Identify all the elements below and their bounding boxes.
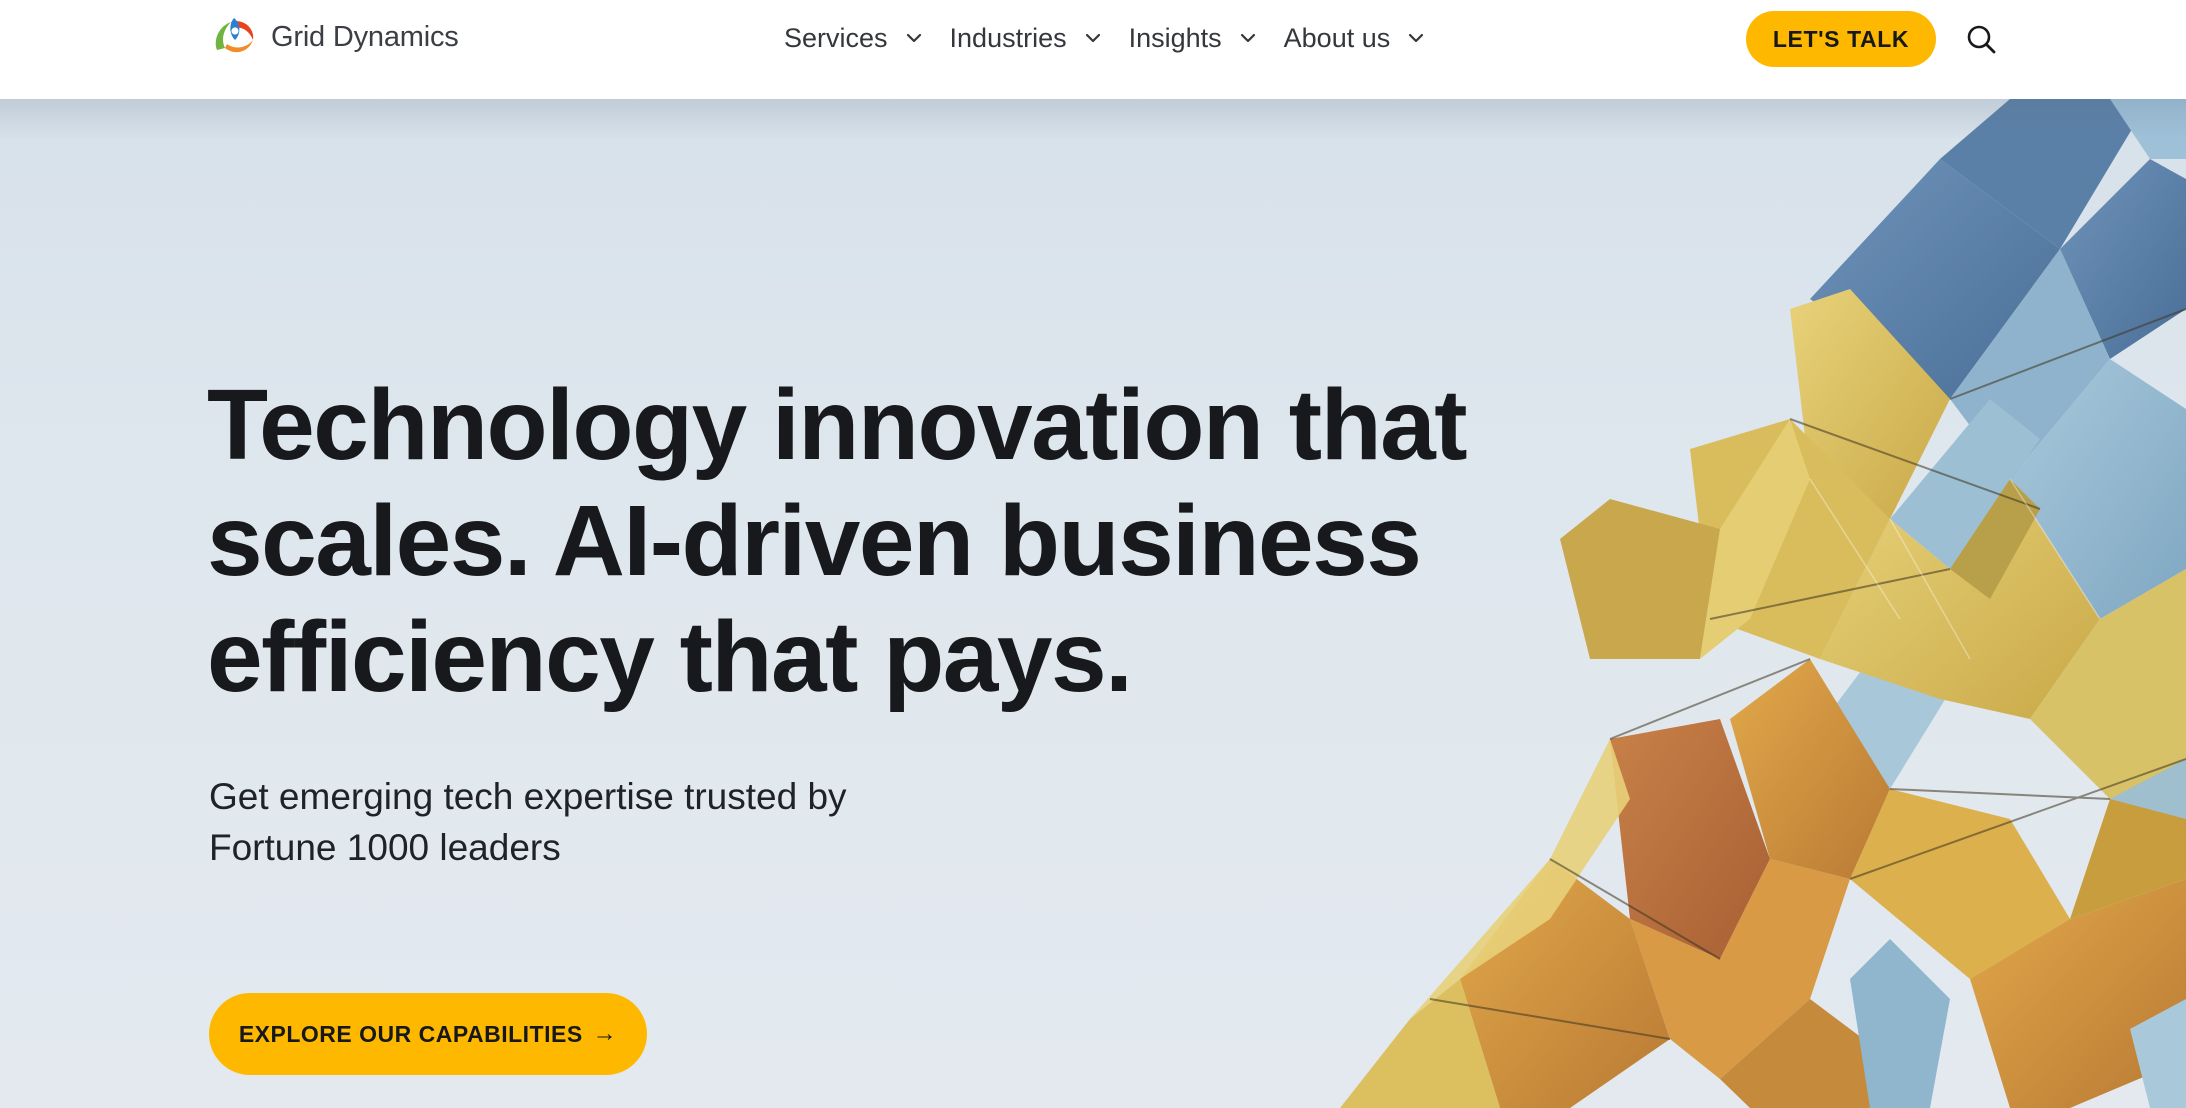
nav-item-label: About us <box>1283 22 1391 53</box>
nav-item-insights[interactable]: Insights <box>1129 23 1258 54</box>
explore-capabilities-button[interactable]: EXPLORE OUR CAPABILITIES → <box>209 993 647 1075</box>
nav-item-label: Services <box>784 22 888 53</box>
search-button[interactable] <box>1962 20 2000 58</box>
hero-headline: Technology innovation that scales. AI-dr… <box>207 367 1507 715</box>
hero-section: Technology innovation that scales. AI-dr… <box>0 99 2186 1108</box>
chevron-down-icon <box>1409 33 1424 43</box>
grid-dynamics-logo-icon <box>215 18 254 53</box>
hero-headline-line: efficiency that pays. <box>207 601 1133 713</box>
brand-name: Grid Dynamics <box>271 20 459 53</box>
nav-item-label: Industries <box>949 22 1067 53</box>
arrow-right-icon: → <box>592 1020 618 1047</box>
site-header: Grid Dynamics Services Industries Insigh… <box>0 0 2186 99</box>
chevron-down-icon <box>906 33 921 43</box>
logo-link[interactable]: Grid Dynamics <box>209 8 459 66</box>
chevron-down-icon <box>1240 33 1255 43</box>
cta-label: EXPLORE OUR CAPABILITIES <box>238 1020 583 1047</box>
hero-subtext-line: Get emerging tech expertise trusted by <box>209 776 847 817</box>
nav-item-services[interactable]: Services <box>784 23 924 54</box>
nav-item-industries[interactable]: Industries <box>950 23 1103 54</box>
nav-item-label: Insights <box>1128 22 1222 53</box>
chevron-down-icon <box>1085 33 1100 43</box>
hero-subtext: Get emerging tech expertise trusted by F… <box>209 771 847 873</box>
search-icon <box>1967 25 1996 54</box>
hero-headline-line: Technology innovation that <box>207 369 1468 481</box>
hero-subtext-line: Fortune 1000 leaders <box>209 827 561 868</box>
nav-item-about-us[interactable]: About us <box>1284 23 1427 54</box>
hero-headline-line: scales. AI-driven business <box>207 485 1422 597</box>
main-nav: Services Industries Insights About us <box>784 18 1452 58</box>
lets-talk-button[interactable]: LET'S TALK <box>1746 11 1936 67</box>
